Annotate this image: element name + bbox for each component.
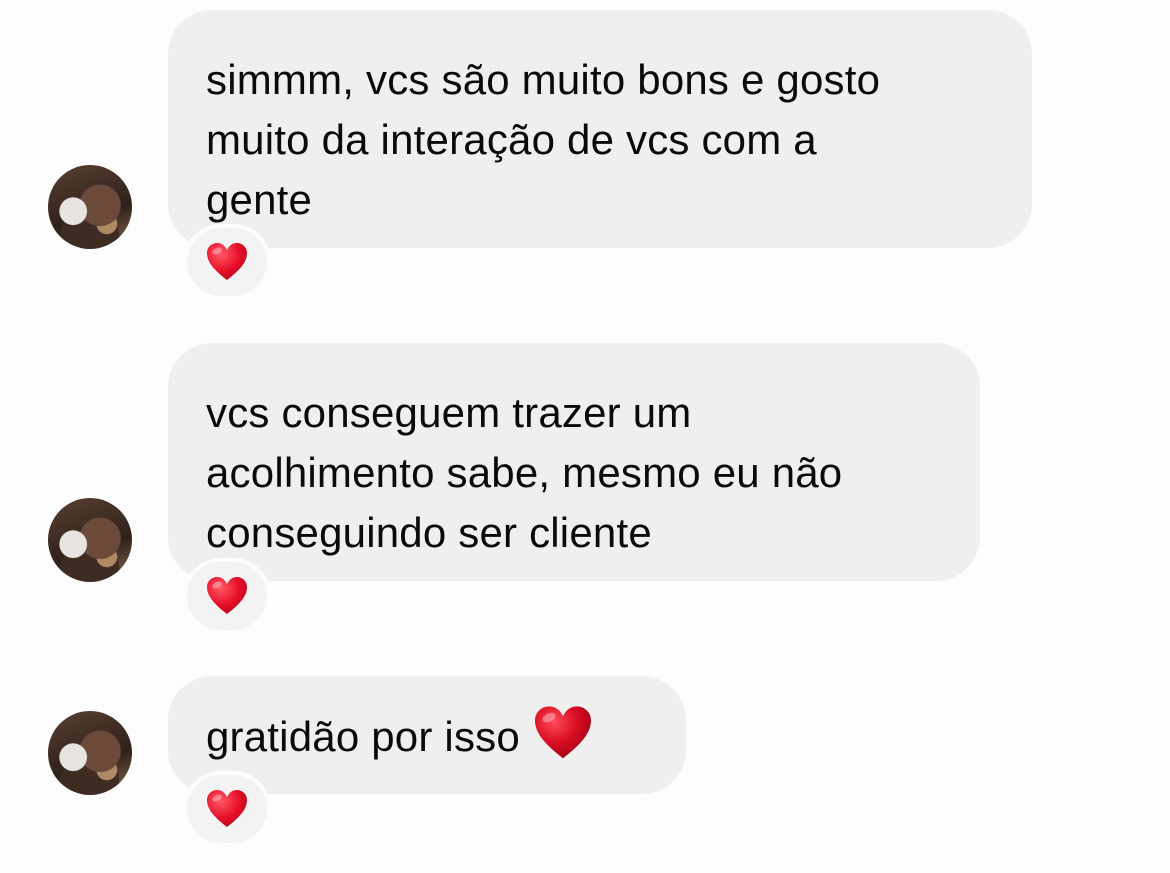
heart-icon [207,790,247,827]
heart-reaction[interactable] [183,771,271,847]
heart-reaction[interactable] [183,558,271,634]
sender-avatar[interactable] [48,165,132,249]
message-text: gratidão por isso [206,713,520,760]
heart-reaction[interactable] [183,224,271,300]
heart-icon [207,577,247,614]
message-text: simmm, vcs são muito bons e gosto muito … [206,56,881,223]
heart-emoji-icon [532,705,594,777]
message-text: vcs conseguem trazer um acolhimento sabe… [206,389,843,556]
message-bubble[interactable]: vcs conseguem trazer um acolhimento sabe… [168,343,980,581]
heart-icon [207,243,247,280]
sender-avatar[interactable] [48,498,132,582]
sender-avatar[interactable] [48,711,132,795]
message-bubble[interactable]: simmm, vcs são muito bons e gosto muito … [168,10,1032,248]
